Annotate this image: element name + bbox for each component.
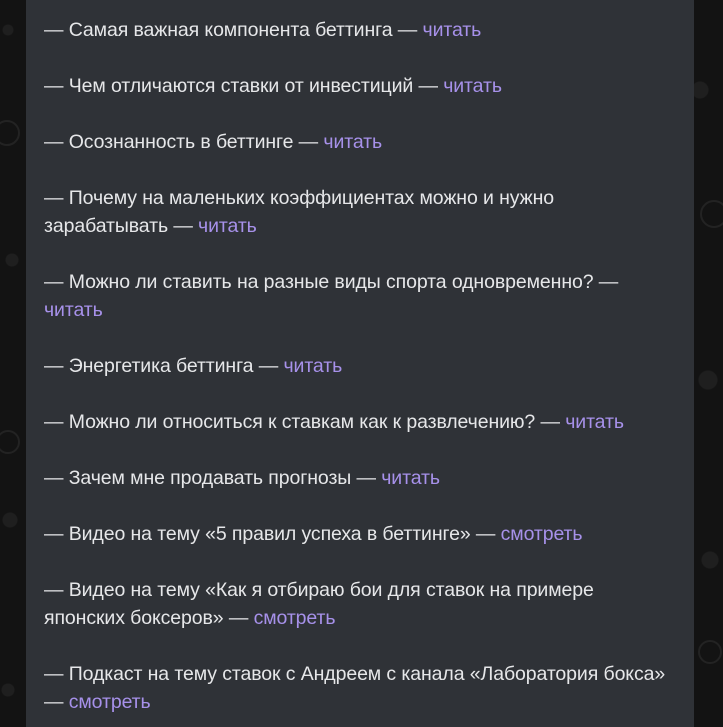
list-item: — Энергетика беттинга — читать — [44, 355, 343, 377]
list-item: — Можно ли относиться к ставкам как к ра… — [44, 411, 624, 433]
read-link[interactable]: читать — [198, 215, 257, 237]
read-link[interactable]: читать — [323, 131, 382, 153]
read-link[interactable]: читать — [381, 467, 440, 489]
list-item: — Чем отличаются ставки от инвестиций — … — [44, 75, 502, 97]
background-doodle — [0, 120, 20, 146]
watch-link[interactable]: смотреть — [254, 607, 336, 629]
article-link-list: — Самая важная компонента беттинга — чит… — [44, 16, 676, 716]
read-link[interactable]: читать — [565, 411, 624, 433]
list-item: — Почему на маленьких коэффициентах можн… — [44, 187, 555, 237]
list-item: — Самая важная компонента беттинга — чит… — [44, 19, 482, 41]
background-doodle — [698, 640, 722, 664]
read-link[interactable]: читать — [423, 19, 482, 41]
channel-message-bubble: — Самая важная компонента беттинга — чит… — [26, 0, 694, 727]
background-doodle — [0, 430, 20, 454]
watch-link[interactable]: смотреть — [69, 691, 151, 713]
background-doodle — [700, 200, 723, 228]
list-item: — Подкаст на тему ставок с Андреем с кан… — [44, 663, 666, 713]
read-link[interactable]: читать — [44, 299, 103, 321]
read-link[interactable]: читать — [283, 355, 342, 377]
watch-link[interactable]: смотреть — [501, 523, 583, 545]
list-item: — Осознанность в беттинге — читать — [44, 131, 383, 153]
list-item: — Зачем мне продавать прогнозы — читать — [44, 467, 440, 489]
read-link[interactable]: читать — [443, 75, 502, 97]
list-item: — Можно ли ставить на разные виды спорта… — [44, 271, 619, 321]
list-item: — Видео на тему «5 правил успеха в бетти… — [44, 523, 583, 545]
list-item: — Видео на тему «Как я отбираю бои для с… — [44, 579, 594, 629]
